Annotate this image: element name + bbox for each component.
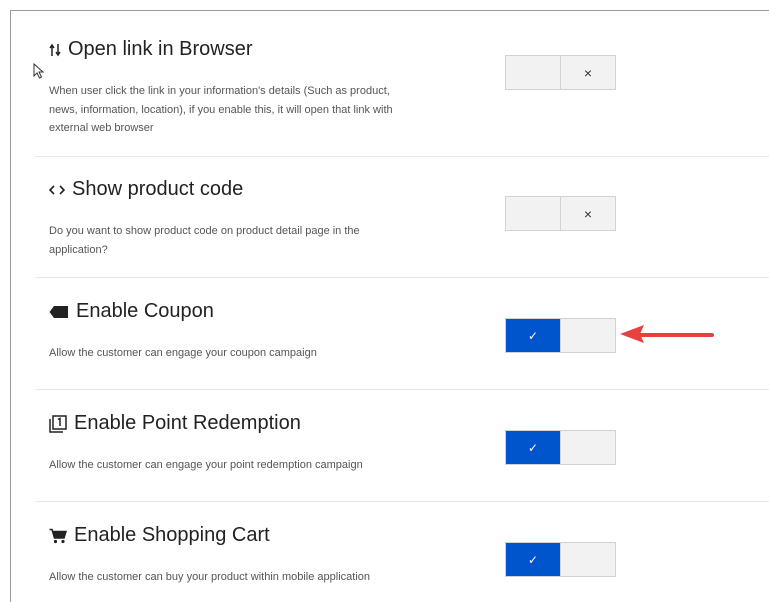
setting-description: When user click the link in your informa… xyxy=(49,85,393,134)
setting-enable-shopping-cart: Enable Shopping Cart Allow the customer … xyxy=(35,516,769,602)
toggle-off-segment[interactable] xyxy=(560,543,615,576)
setting-title-text: Enable Point Redemption xyxy=(74,412,301,434)
setting-description: Allow the customer can buy your product … xyxy=(49,571,370,583)
shopping-cart-icon xyxy=(49,528,67,544)
open-link-toggle[interactable]: × xyxy=(505,55,616,90)
annotation-arrow-icon xyxy=(620,325,714,343)
setting-title-text: Enable Shopping Cart xyxy=(74,524,270,546)
setting-enable-point-redemption: Enable Point Redemption Allow the custom… xyxy=(35,404,769,501)
divider xyxy=(35,389,769,390)
toggle-on-segment[interactable]: ✓ xyxy=(506,543,560,576)
toggle-off-segment[interactable] xyxy=(560,319,615,352)
toggle-off-segment[interactable] xyxy=(560,431,615,464)
enable-point-redemption-toggle[interactable]: ✓ xyxy=(505,430,616,465)
check-icon: ✓ xyxy=(527,328,539,343)
toggle-off-segment[interactable]: × xyxy=(560,56,615,89)
toggle-on-segment[interactable] xyxy=(506,56,560,89)
divider xyxy=(35,501,769,502)
setting-open-link-in-browser: Open link in Browser When user click the… xyxy=(35,30,769,156)
redeem-icon xyxy=(49,414,67,433)
setting-title: Open link in Browser xyxy=(49,38,253,61)
check-icon: ✓ xyxy=(527,552,539,567)
show-product-code-toggle[interactable]: × xyxy=(505,196,616,231)
divider xyxy=(35,156,769,157)
divider xyxy=(35,277,769,278)
close-icon: × xyxy=(583,64,593,81)
check-icon: ✓ xyxy=(527,440,539,455)
setting-title-text: Show product code xyxy=(72,178,244,200)
sort-arrows-icon xyxy=(49,43,61,57)
toggle-off-segment[interactable]: × xyxy=(560,197,615,230)
toggle-on-segment[interactable]: ✓ xyxy=(506,431,560,464)
tag-icon xyxy=(49,305,69,319)
enable-coupon-toggle[interactable]: ✓ xyxy=(505,318,616,353)
setting-title: Show product code xyxy=(49,178,243,201)
close-icon: × xyxy=(583,205,593,222)
setting-title: Enable Shopping Cart xyxy=(49,524,270,547)
toggle-on-segment[interactable]: ✓ xyxy=(506,319,560,352)
code-brackets-icon xyxy=(49,184,65,196)
setting-show-product-code: Show product code Do you want to show pr… xyxy=(35,170,769,277)
setting-title: Enable Point Redemption xyxy=(49,412,301,435)
toggle-on-segment[interactable] xyxy=(506,197,560,230)
setting-title-text: Enable Coupon xyxy=(76,300,214,322)
setting-description: Allow the customer can engage your point… xyxy=(49,459,363,471)
setting-title-text: Open link in Browser xyxy=(68,38,253,60)
setting-title: Enable Coupon xyxy=(49,300,214,323)
setting-description: Allow the customer can engage your coupo… xyxy=(49,347,317,359)
enable-shopping-cart-toggle[interactable]: ✓ xyxy=(505,542,616,577)
setting-description: Do you want to show product code on prod… xyxy=(49,225,360,256)
